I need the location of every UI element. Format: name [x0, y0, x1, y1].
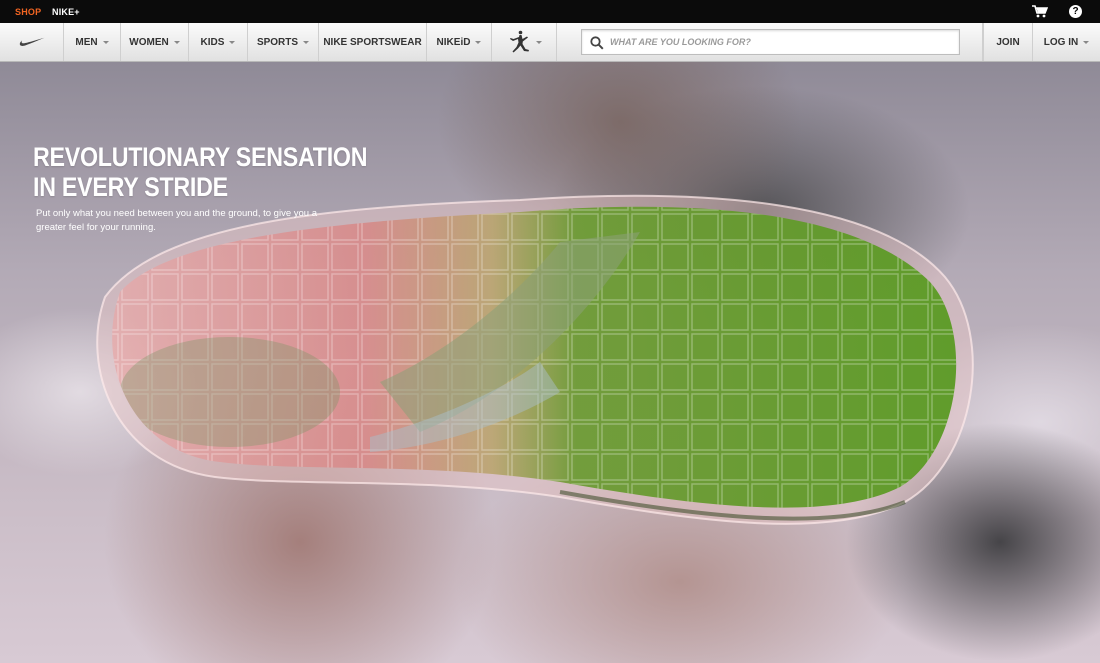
hero-title-line-2: IN EVERY STRIDE: [33, 172, 228, 202]
chevron-down-icon: [1083, 40, 1090, 44]
nav-men-label: MEN: [75, 36, 98, 48]
search-input[interactable]: [610, 30, 955, 54]
nav-sports-label: SPORTS: [256, 36, 299, 48]
chevron-down-icon: [229, 40, 236, 44]
main-nav: MEN WOMEN KIDS SPORTS NIKE SPORTSWEAR NI…: [0, 23, 1100, 62]
nike-swoosh-icon: [19, 37, 44, 46]
help-icon[interactable]: ?: [1069, 5, 1082, 18]
chevron-down-icon: [303, 40, 310, 44]
utility-bar: SHOP NIKE+ ?: [0, 0, 1100, 23]
join-link[interactable]: JOIN: [983, 23, 1033, 61]
nav-nikeid-label: NIKEiD: [436, 36, 471, 48]
nav-nike-sportswear[interactable]: NIKE SPORTSWEAR: [319, 23, 427, 61]
chevron-down-icon: [475, 40, 482, 44]
join-label: JOIN: [996, 36, 1020, 48]
nike-logo-link[interactable]: [0, 23, 64, 61]
nav-nikeid[interactable]: NIKEiD: [427, 23, 492, 61]
hero-banner[interactable]: REVOLUTIONARY SENSATION IN EVERY STRIDE …: [0, 62, 1100, 663]
chevron-down-icon: [535, 40, 542, 44]
nav-kids[interactable]: KIDS: [189, 23, 248, 61]
shop-link[interactable]: SHOP: [15, 7, 41, 17]
search-cell: [557, 23, 983, 61]
chevron-down-icon: [102, 40, 109, 44]
jumpman-icon: [509, 30, 529, 53]
search-icon: [590, 36, 604, 50]
search-box[interactable]: [581, 29, 960, 55]
nav-sports[interactable]: SPORTS: [248, 23, 319, 61]
nikeplus-link[interactable]: NIKE+: [52, 7, 80, 17]
chevron-down-icon: [173, 40, 180, 44]
nav-men[interactable]: MEN: [64, 23, 121, 61]
nav-women-label: WOMEN: [129, 36, 169, 48]
login-label: LOG IN: [1043, 36, 1079, 48]
nav-jordan[interactable]: [492, 23, 557, 61]
cart-icon[interactable]: [1032, 5, 1049, 18]
nav-women[interactable]: WOMEN: [121, 23, 189, 61]
hero-subtitle: Put only what you need between you and t…: [36, 208, 317, 233]
login-link[interactable]: LOG IN: [1033, 23, 1100, 61]
hero-title-line-1: REVOLUTIONARY SENSATION: [33, 142, 368, 172]
nav-nike-sportswear-label: NIKE SPORTSWEAR: [323, 36, 422, 48]
nav-kids-label: KIDS: [200, 36, 225, 48]
hero-title: REVOLUTIONARY SENSATION IN EVERY STRIDE: [33, 142, 368, 202]
